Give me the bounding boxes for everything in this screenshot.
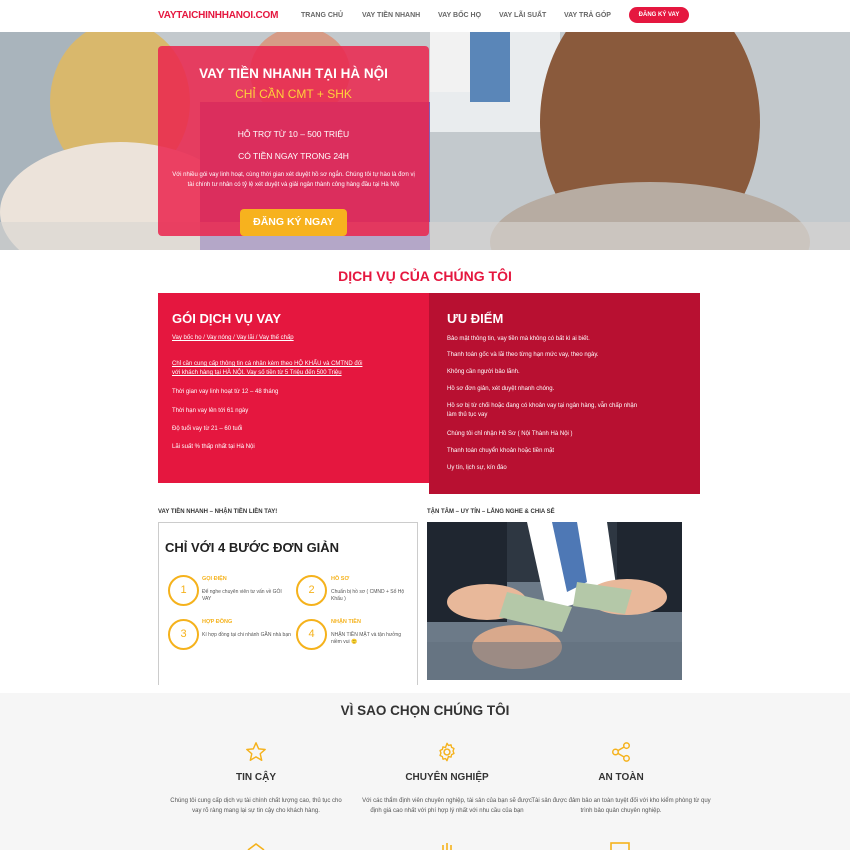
- step-title: NHẬN TIỀN: [331, 619, 361, 625]
- loan-types[interactable]: Vay bốc họ / Vay nóng / Vay lãi / Vay th…: [172, 334, 294, 343]
- step-text: Chuẩn bị hồ sơ ( CMND + Sổ Hộ Khẩu ): [331, 589, 405, 602]
- card-icon: [610, 842, 630, 850]
- loan-age-line: Độ tuổi vay từ 21 – 60 tuổi: [172, 426, 243, 432]
- hero-title: VAY TIỀN NHANH TẠI HÀ NỘI: [199, 66, 388, 81]
- advantage-item: Thanh toán chuyển khoản hoặc tiền mặt: [447, 448, 555, 454]
- loan-term-line: Thời gian vay linh hoạt từ 12 – 48 tháng: [172, 389, 279, 395]
- step-text: NHẬN TIỀN MẶT và tận hưởng niềm vui 🙂: [331, 632, 402, 645]
- hero-banner: VAY TIỀN NHANH TẠI HÀ NỘI CHỈ CẦN CMT + …: [0, 32, 850, 250]
- step-number: 1: [168, 575, 199, 606]
- nav-installment[interactable]: VAY TRẢ GÓP: [564, 12, 611, 19]
- advantage-item: Hồ sơ đơn giản, xét duyệt nhanh chóng.: [447, 386, 555, 392]
- step-title: GỌI ĐIỆN: [202, 576, 227, 582]
- loan-rate-line: Lãi suất % thấp nhất tại Hà Nội: [172, 444, 255, 450]
- advantage-item: Thanh toán gốc và lãi theo từng hạn mức …: [447, 352, 599, 358]
- star-icon: [246, 742, 266, 761]
- step-number: 4: [296, 619, 327, 650]
- loan-amount-line: với khách hàng tại HÀ NỘI. Vay số tiền t…: [172, 370, 342, 376]
- why-item-text: Tài sản được đảm bảo an toàn tuyệt đối v…: [531, 798, 711, 814]
- step-text: Kí hợp đồng tại chi nhánh GẦN nhà bạn: [202, 632, 291, 638]
- why-item-name: CHUYÊN NGHIỆP: [405, 772, 489, 783]
- advantages-heading: ƯU ĐIỂM: [447, 311, 504, 326]
- steps-heading: CHỈ VỚI 4 BƯỚC ĐƠN GIẢN: [165, 540, 340, 555]
- hero-description: Với nhiều gói vay linh hoạt, cùng thời g…: [172, 172, 415, 188]
- nav-boc-ho[interactable]: VAY BỐC HỌ: [438, 12, 481, 19]
- why-item-text: Với các thẩm định viên chuyên nghiệp, tà…: [362, 798, 532, 814]
- advantages-panel: ƯU ĐIỂM Bảo mật thông tin, vay tiền mà k…: [429, 293, 700, 494]
- hero-turnaround: CÓ TIỀN NGAY TRONG 24H: [238, 151, 349, 161]
- step-title: HỒ SƠ: [331, 576, 350, 582]
- register-loan-button[interactable]: ĐĂNG KÝ VAY: [629, 7, 689, 23]
- loan-requirement-line: Chỉ cần cung cấp thông tin cá nhân kèm t…: [172, 361, 363, 367]
- advantage-item-cont: làm thủ tục vay: [447, 412, 488, 418]
- site-logo[interactable]: VAYTAICHINHHANOI.COM: [158, 10, 278, 21]
- advantage-item: Không cần người bảo lãnh.: [447, 369, 520, 375]
- loan-packages-panel: GÓI DỊCH VỤ VAY Vay bốc họ / Vay nóng / …: [158, 293, 429, 483]
- why-item-text: Chúng tôi cung cấp dịch vụ tài chính chấ…: [170, 798, 342, 814]
- money-handover-photo: [427, 522, 682, 680]
- steps-box: CHỈ VỚI 4 BƯỚC ĐƠN GIẢN 1 GỌI ĐIỆN Để ng…: [158, 522, 418, 685]
- share-icon: [612, 742, 630, 762]
- loan-packages-heading: GÓI DỊCH VỤ VAY: [172, 311, 282, 326]
- step-title: HỢP ĐỒNG: [202, 619, 233, 625]
- advantage-item: Chúng tôi chỉ nhận Hồ Sơ ( Nội Thành Hà …: [447, 431, 573, 437]
- nav-home[interactable]: TRANG CHỦ: [301, 12, 343, 19]
- why-item-name: TIN CẬY: [236, 772, 276, 783]
- steps-caption: VAY TIỀN NHANH – NHẬN TIỀN LIỀN TAY!: [158, 509, 278, 515]
- photo-caption: TẬN TÂM – UY TÍN – LẮNG NGHE & CHIA SẺ: [427, 509, 555, 515]
- step-number: 2: [296, 575, 327, 606]
- hero-support-range: HỖ TRỢ TỪ 10 – 500 TRIỆU: [237, 129, 350, 139]
- services-title: DỊCH VỤ CỦA CHÚNG TÔI: [338, 268, 512, 284]
- register-now-button[interactable]: ĐĂNG KÝ NGAY: [240, 209, 347, 236]
- advantage-item: Uy tín, lịch sự, kín đáo: [447, 465, 507, 471]
- advantage-item: Bảo mật thông tin, vay tiền mà không có …: [447, 336, 590, 342]
- hand-icon: [442, 843, 452, 850]
- advantage-item: Hồ sơ bị từ chối hoặc đang có khoản vay …: [447, 403, 638, 409]
- shield-icon: [247, 843, 265, 850]
- nav-interest-loan[interactable]: VAY LÃI SUẤT: [499, 12, 546, 19]
- step-text: Để nghe chuyên viên tư vấn về GÓI VAY: [202, 589, 282, 602]
- nav-fast-loan[interactable]: VAY TIỀN NHANH: [362, 12, 420, 19]
- why-item-name: AN TOÀN: [598, 772, 644, 783]
- why-title: VÌ SAO CHỌN CHÚNG TÔI: [340, 703, 510, 718]
- site-header: VAYTAICHINHHANOI.COM TRANG CHỦ VAY TIỀN …: [0, 0, 850, 32]
- hero-card: VAY TIỀN NHANH TẠI HÀ NỘI CHỈ CẦN CMT + …: [158, 46, 429, 236]
- loan-duration-line: Thời hạn vay lên tới 61 ngày: [172, 408, 249, 414]
- step-number: 3: [168, 619, 199, 650]
- gear-icon: [439, 742, 455, 762]
- hero-subtitle: CHỈ CẦN CMT + SHK: [235, 87, 352, 101]
